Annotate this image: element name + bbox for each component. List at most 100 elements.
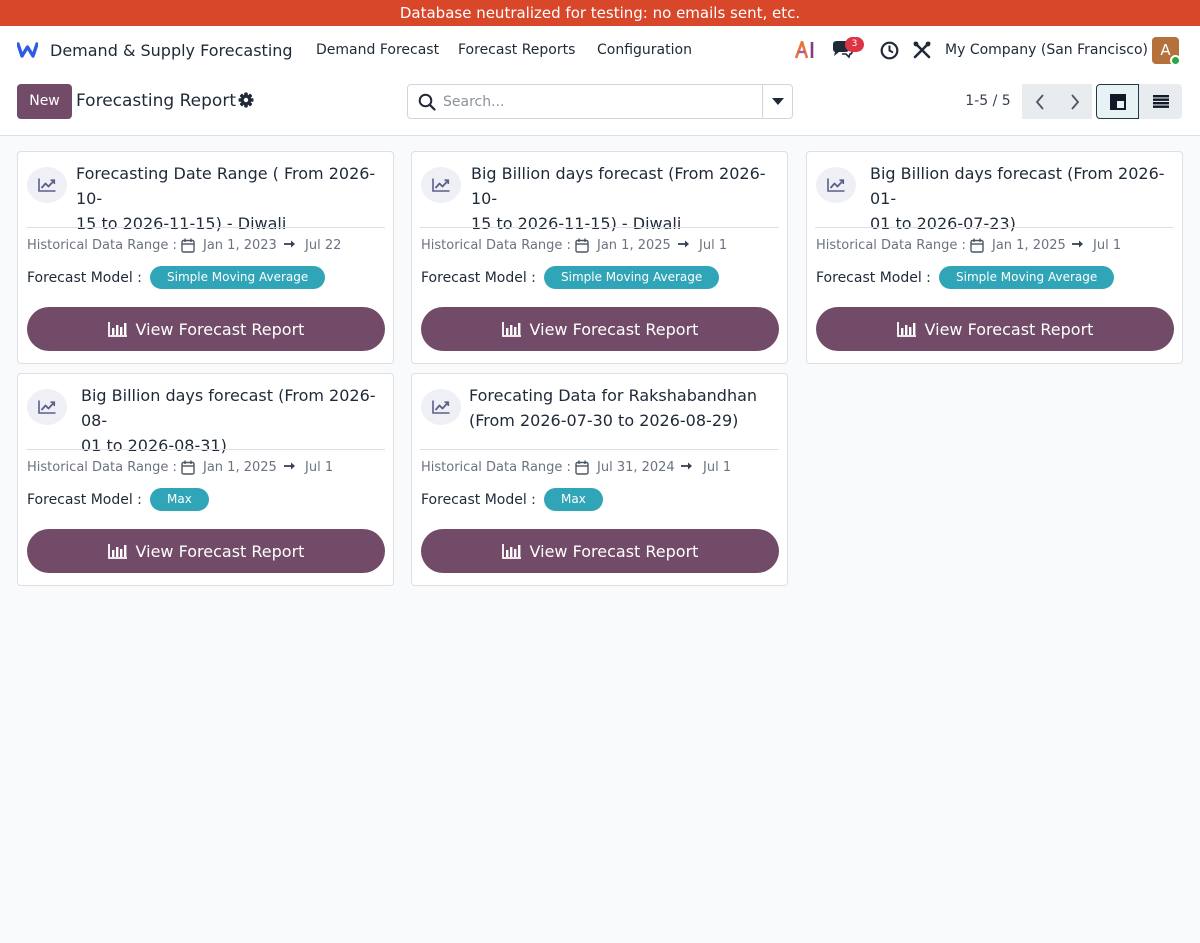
forecast-model-label: Forecast Model : xyxy=(27,270,142,286)
historical-range-label: Historical Data Range : xyxy=(27,460,177,475)
search-input[interactable] xyxy=(443,86,758,117)
search-options-toggle[interactable] xyxy=(762,85,793,118)
menu-forecast-reports[interactable]: Forecast Reports xyxy=(458,26,575,74)
trend-chart-icon xyxy=(27,167,67,203)
view-forecast-report-label: View Forecast Report xyxy=(529,541,699,561)
chevron-right-icon xyxy=(1070,93,1079,110)
forecast-model-label: Forecast Model : xyxy=(421,492,536,508)
history-start-date: Jan 1, 2025 xyxy=(597,238,671,253)
clock-icon[interactable] xyxy=(880,26,899,74)
history-end-date: Jul 1 xyxy=(699,238,728,253)
bar-chart-icon xyxy=(501,543,521,559)
chevron-left-icon xyxy=(1035,93,1044,110)
arrow-right-icon xyxy=(284,458,296,478)
search-icon xyxy=(418,93,436,115)
new-button[interactable]: New xyxy=(17,84,72,119)
card-title: Forecating Data for Rakshabandhan (From … xyxy=(469,383,779,433)
card-title-line: Big Billion days forecast (From 2026-10- xyxy=(471,164,766,208)
kanban-view-button[interactable] xyxy=(1096,84,1139,119)
card-divider xyxy=(420,449,779,450)
history-end-date: Jul 22 xyxy=(305,238,342,253)
pager-value[interactable]: 1-5 / 5 xyxy=(960,84,1016,119)
forecast-model-badge: Max xyxy=(150,488,209,511)
forecast-report-card[interactable]: Big Billion days forecast (From 2026-01-… xyxy=(806,151,1183,364)
calendar-icon xyxy=(575,238,589,257)
card-divider xyxy=(420,227,779,228)
view-forecast-report-button[interactable]: View Forecast Report xyxy=(421,529,779,573)
arrow-right-icon xyxy=(681,458,693,478)
online-status-dot xyxy=(1170,55,1181,66)
card-title-line: 01 to 2026-08-31) xyxy=(81,436,227,455)
list-view-icon xyxy=(1152,95,1169,108)
card-title-line: 15 to 2026-11-15) - Diwali xyxy=(76,214,287,233)
card-title-line: 15 to 2026-11-15) - Diwali xyxy=(471,214,682,233)
bar-chart-icon xyxy=(896,321,916,337)
arrow-right-icon xyxy=(1072,236,1084,256)
list-view-button[interactable] xyxy=(1139,84,1182,119)
trend-chart-icon xyxy=(816,167,856,203)
menu-configuration[interactable]: Configuration xyxy=(597,26,692,74)
card-title: Big Billion days forecast (From 2026-01-… xyxy=(870,161,1174,236)
card-divider xyxy=(815,227,1174,228)
card-divider xyxy=(26,449,385,450)
forecast-model-label: Forecast Model : xyxy=(421,270,536,286)
view-forecast-report-label: View Forecast Report xyxy=(135,541,305,561)
forecast-model-badge: Simple Moving Average xyxy=(544,266,720,289)
gear-icon[interactable] xyxy=(238,92,254,112)
view-forecast-report-button[interactable]: View Forecast Report xyxy=(421,307,779,351)
history-start-date: Jan 1, 2023 xyxy=(203,238,277,253)
bar-chart-icon xyxy=(501,321,521,337)
forecast-model-label: Forecast Model : xyxy=(816,270,931,286)
forecast-report-card[interactable]: Forecating Data for Rakshabandhan (From … xyxy=(411,373,788,586)
view-forecast-report-button[interactable]: View Forecast Report xyxy=(27,529,385,573)
historical-range-label: Historical Data Range : xyxy=(816,238,966,253)
arrow-right-icon xyxy=(678,236,690,256)
trend-chart-icon xyxy=(421,389,461,425)
messages-count-badge: 3 xyxy=(845,37,864,52)
forecast-report-card[interactable]: Big Billion days forecast (From 2026-08-… xyxy=(17,373,394,586)
history-start-date: Jul 31, 2024 xyxy=(597,460,675,475)
trend-chart-icon xyxy=(27,389,67,425)
card-title: Big Billion days forecast (From 2026-08-… xyxy=(81,383,385,458)
app-logo-icon[interactable] xyxy=(17,26,38,74)
card-title: Big Billion days forecast (From 2026-10-… xyxy=(471,161,779,236)
forecast-report-card[interactable]: Forecasting Date Range ( From 2026-10- 1… xyxy=(17,151,394,364)
card-divider xyxy=(26,227,385,228)
historical-range-label: Historical Data Range : xyxy=(27,238,177,253)
forecast-model-badge: Simple Moving Average xyxy=(150,266,326,289)
calendar-icon xyxy=(575,460,589,479)
historical-range-label: Historical Data Range : xyxy=(421,238,571,253)
kanban-view-icon xyxy=(1109,93,1126,110)
tools-icon[interactable] xyxy=(913,26,931,74)
view-forecast-report-button[interactable]: View Forecast Report xyxy=(27,307,385,351)
card-title: Forecasting Date Range ( From 2026-10- 1… xyxy=(76,161,385,236)
search-box xyxy=(407,84,793,119)
top-navbar: Demand & Supply Forecasting Demand Forec… xyxy=(0,26,1200,74)
forecast-model-badge: Simple Moving Average xyxy=(939,266,1115,289)
calendar-icon xyxy=(181,460,195,479)
card-title-line: 01 to 2026-07-23) xyxy=(870,214,1016,233)
view-forecast-report-label: View Forecast Report xyxy=(924,319,1094,339)
historical-range-label: Historical Data Range : xyxy=(421,460,571,475)
app-name[interactable]: Demand & Supply Forecasting xyxy=(50,26,293,74)
company-switcher[interactable]: My Company (San Francisco) xyxy=(945,26,1148,74)
calendar-icon xyxy=(181,238,195,257)
card-title-line: Big Billion days forecast (From 2026-08- xyxy=(81,386,376,430)
view-forecast-report-button[interactable]: View Forecast Report xyxy=(816,307,1174,351)
card-title-line: (From 2026-07-30 to 2026-08-29) xyxy=(469,411,739,430)
view-forecast-report-label: View Forecast Report xyxy=(135,319,305,339)
menu-demand-forecast[interactable]: Demand Forecast xyxy=(316,26,439,74)
card-title-line: Forecasting Date Range ( From 2026-10- xyxy=(76,164,376,208)
pager-next-button[interactable] xyxy=(1057,84,1092,119)
arrow-right-icon xyxy=(284,236,296,256)
history-end-date: Jul 1 xyxy=(305,460,334,475)
ai-icon[interactable] xyxy=(795,26,817,74)
history-start-date: Jan 1, 2025 xyxy=(203,460,277,475)
card-title-line: Big Billion days forecast (From 2026-01- xyxy=(870,164,1165,208)
forecast-report-card[interactable]: Big Billion days forecast (From 2026-10-… xyxy=(411,151,788,364)
card-title-line: Forecating Data for Rakshabandhan xyxy=(469,386,758,405)
pager-previous-button[interactable] xyxy=(1022,84,1057,119)
page-title: Forecasting Report xyxy=(76,91,236,111)
bar-chart-icon xyxy=(107,543,127,559)
history-end-date: Jul 1 xyxy=(1093,238,1122,253)
